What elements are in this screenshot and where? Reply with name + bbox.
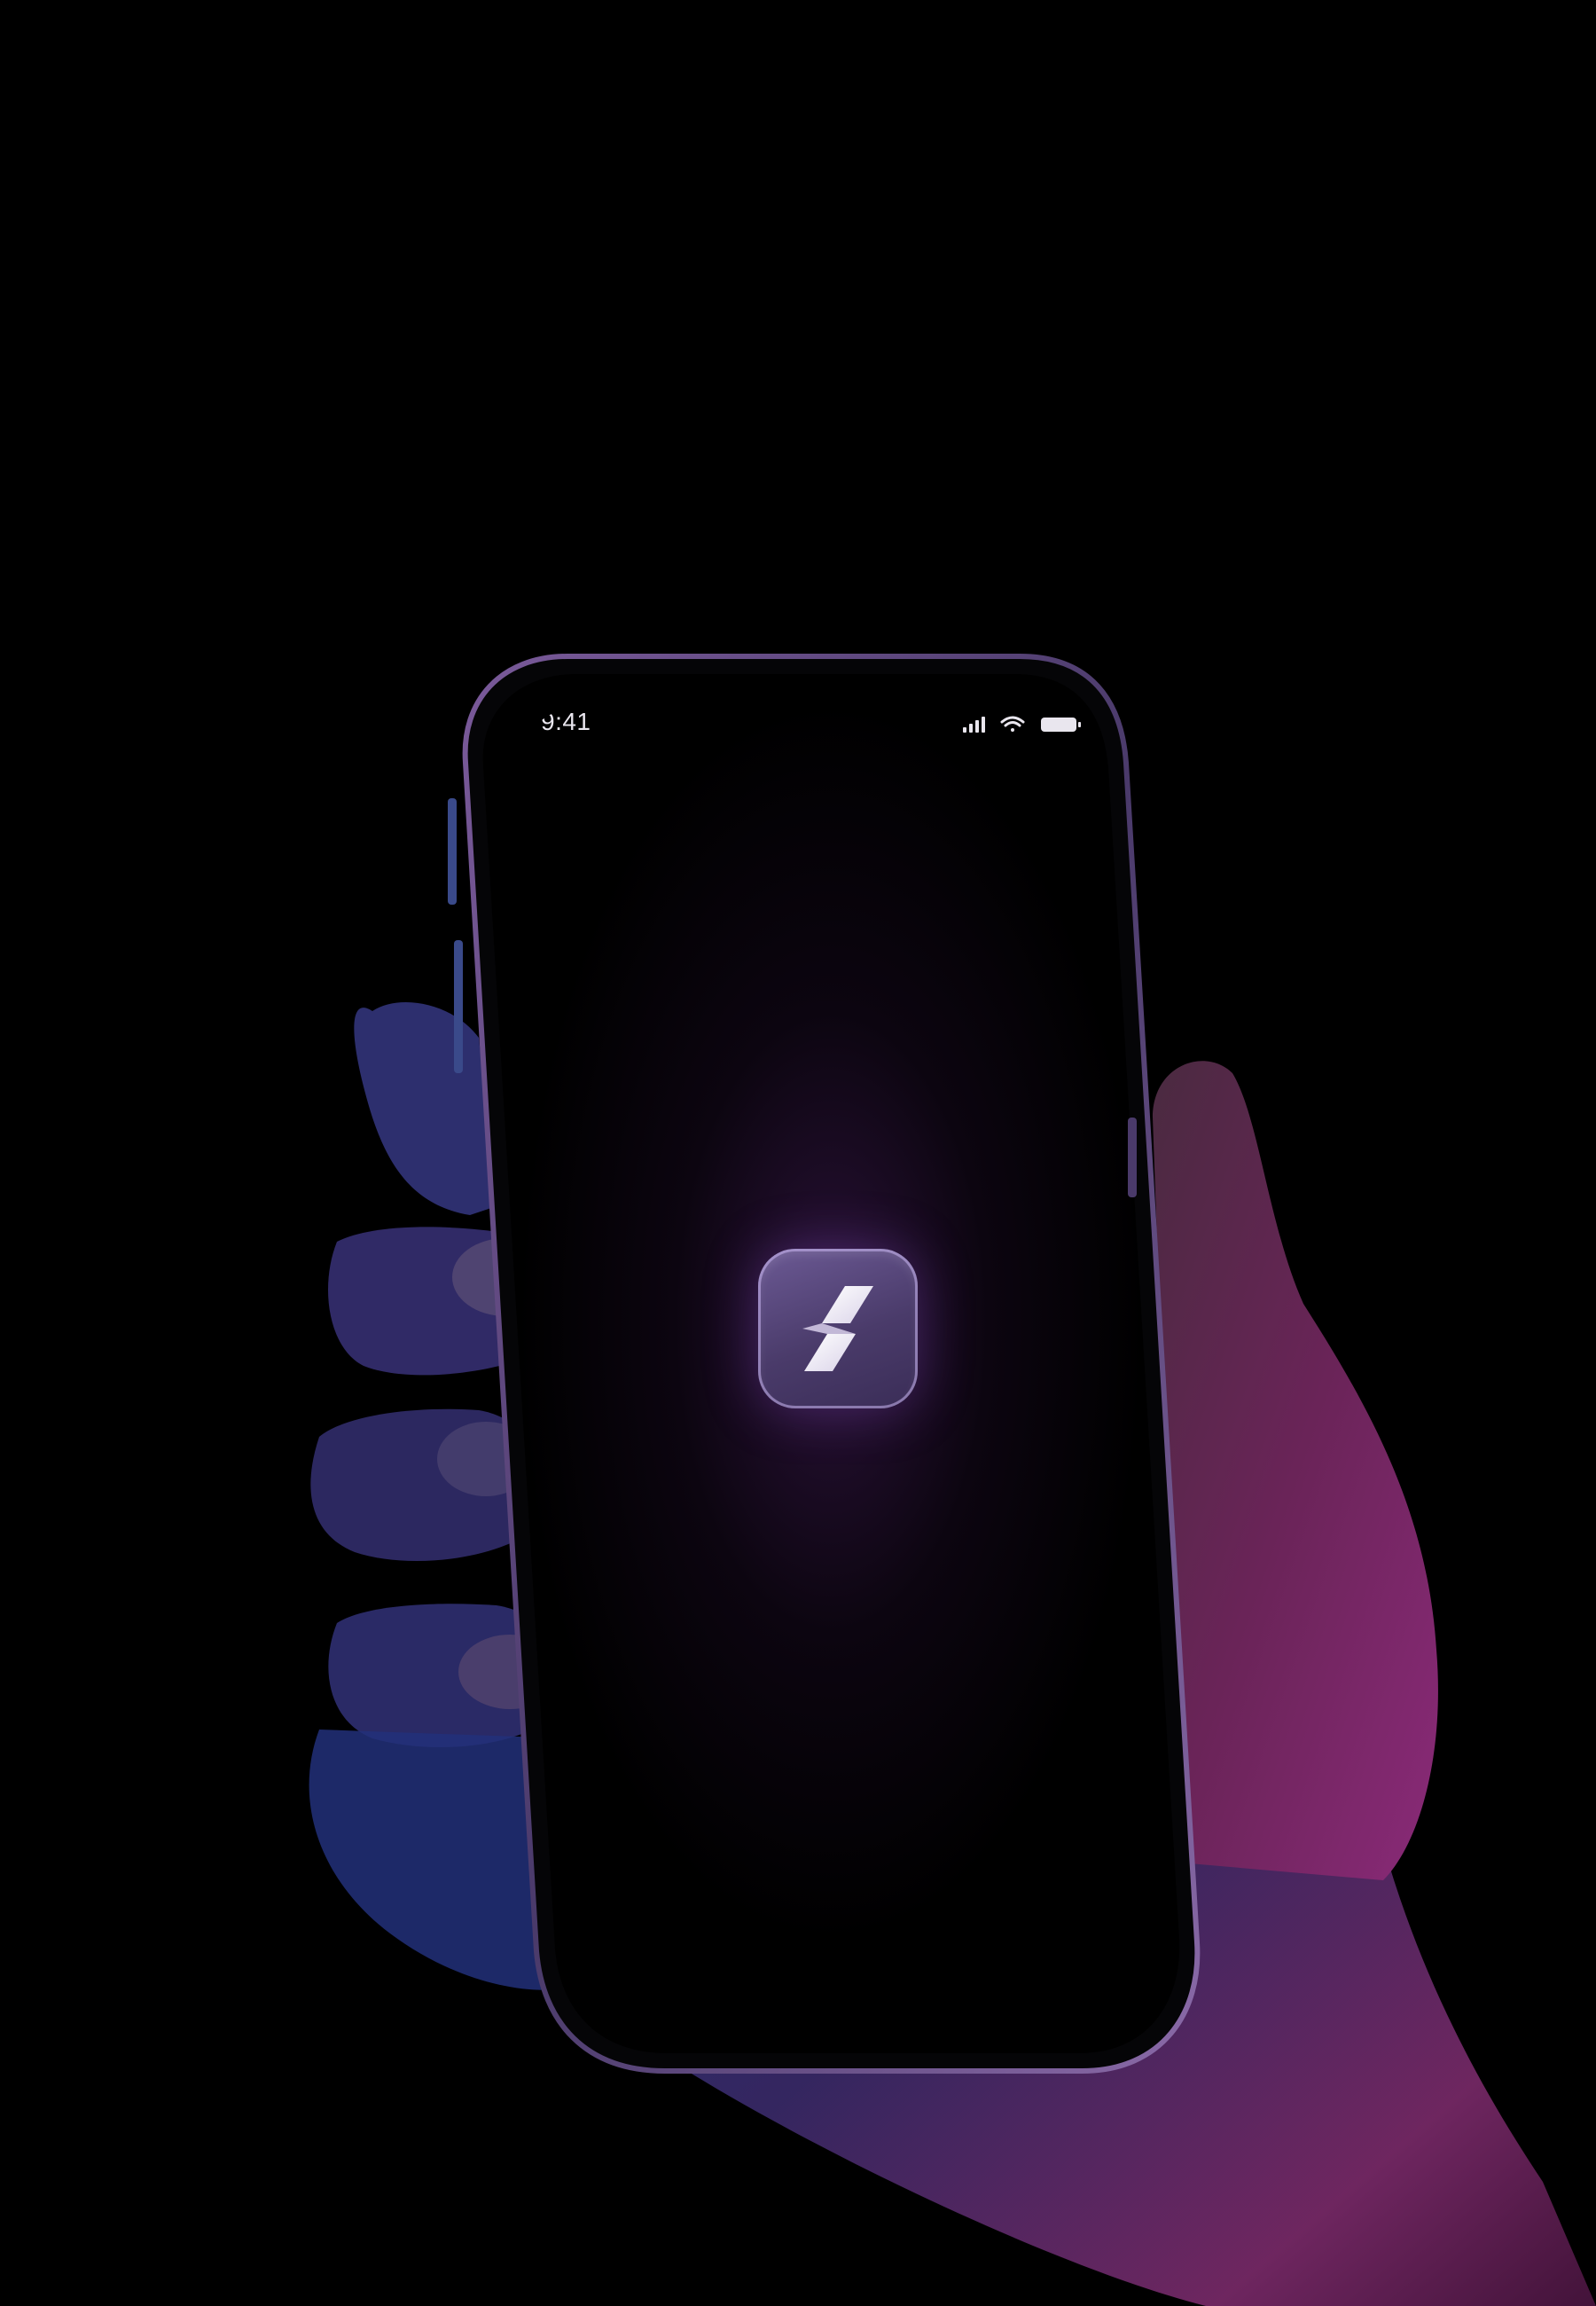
battery-icon bbox=[1041, 718, 1081, 732]
phone-screen: 9:41 bbox=[497, 701, 1153, 2040]
lightning-bolt-icon bbox=[802, 1286, 873, 1371]
cellular-signal-icon bbox=[963, 717, 985, 733]
wifi-icon bbox=[1000, 716, 1025, 732]
product-hero-scene: 9:41 bbox=[0, 0, 1596, 2306]
status-time: 9:41 bbox=[541, 708, 591, 735]
status-icons bbox=[963, 716, 1081, 733]
status-bar: 9:41 bbox=[497, 701, 1153, 772]
app-launch-icon[interactable] bbox=[758, 1249, 918, 1408]
